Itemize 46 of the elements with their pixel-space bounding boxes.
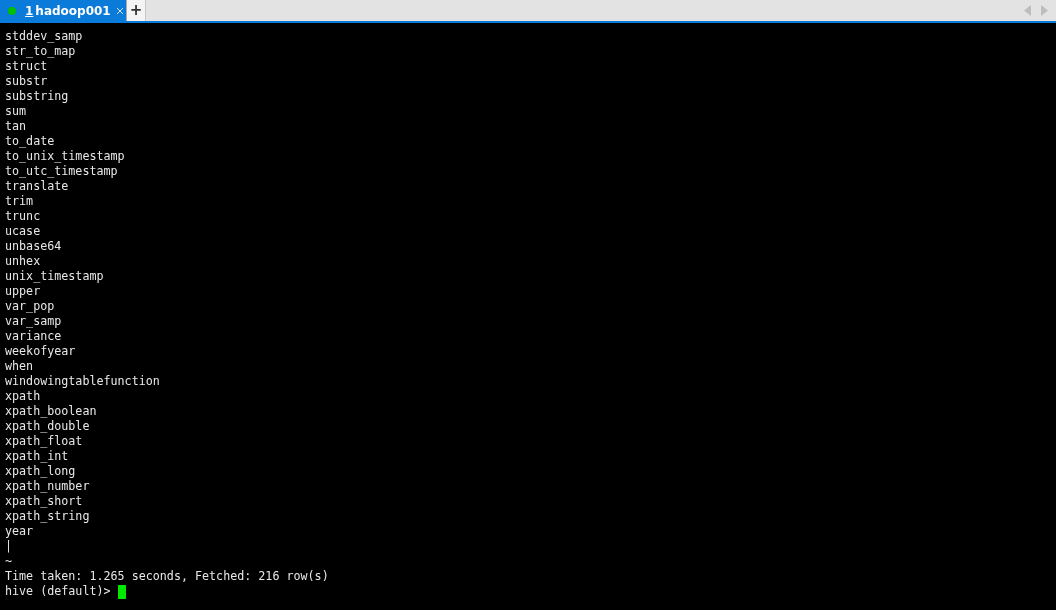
terminal-line: xpath_int bbox=[5, 449, 70, 464]
new-tab-button[interactable]: + bbox=[126, 0, 146, 21]
terminal-line: upper bbox=[5, 284, 42, 299]
scroll-right-icon[interactable] bbox=[1040, 5, 1048, 16]
terminal-line: windowingtablefunction bbox=[5, 374, 161, 389]
terminal-line: var_samp bbox=[5, 314, 63, 329]
terminal-line: translate bbox=[5, 179, 70, 194]
terminal-line: xpath_short bbox=[5, 494, 84, 509]
terminal-line: ucase bbox=[5, 224, 42, 239]
terminal-line: variance bbox=[5, 329, 63, 344]
terminal-line: unbase64 bbox=[5, 239, 63, 254]
terminal-line: to_date bbox=[5, 134, 56, 149]
terminal-line: unix_timestamp bbox=[5, 269, 105, 284]
terminal-line: xpath_double bbox=[5, 419, 91, 434]
terminal-line: xpath_boolean bbox=[5, 404, 98, 419]
terminal-line: sum bbox=[5, 104, 28, 119]
terminal-line: xpath_long bbox=[5, 464, 77, 479]
terminal-line: to_utc_timestamp bbox=[5, 164, 119, 179]
terminal-line: weekofyear bbox=[5, 344, 77, 359]
session-tab[interactable]: 1 hadoop001 bbox=[0, 0, 126, 21]
terminal-line: xpath_string bbox=[5, 509, 91, 524]
terminal-line: | bbox=[5, 539, 14, 554]
terminal-line: str_to_map bbox=[5, 44, 77, 59]
terminal-line: stddev_samp bbox=[5, 29, 84, 44]
terminal-line: struct bbox=[5, 59, 49, 74]
text-cursor bbox=[117, 584, 126, 599]
terminal-line: tan bbox=[5, 119, 28, 134]
terminal-line: trim bbox=[5, 194, 35, 209]
tab-label: hadoop001 bbox=[35, 3, 111, 18]
terminal-line: to_unix_timestamp bbox=[5, 149, 126, 164]
terminal-line: xpath_float bbox=[5, 434, 84, 449]
terminal-line: substring bbox=[5, 89, 70, 104]
terminal-line: xpath bbox=[5, 389, 42, 404]
terminal-line: year bbox=[5, 524, 35, 539]
terminal-line: substr bbox=[5, 74, 49, 89]
terminal-line: trunc bbox=[5, 209, 42, 224]
terminal-line: Time taken: 1.265 seconds, Fetched: 216 row(s) bbox=[5, 569, 330, 584]
scroll-left-icon[interactable] bbox=[1024, 5, 1032, 16]
terminal-line: when bbox=[5, 359, 35, 374]
terminal-line: xpath_number bbox=[5, 479, 91, 494]
terminal-line: unhex bbox=[5, 254, 42, 269]
shell-prompt: hive (default)> bbox=[5, 584, 111, 599]
tab-number: 1 bbox=[25, 3, 34, 18]
terminal-line: ~ bbox=[5, 554, 14, 569]
close-icon[interactable] bbox=[115, 6, 124, 15]
terminal-line: var_pop bbox=[5, 299, 56, 314]
